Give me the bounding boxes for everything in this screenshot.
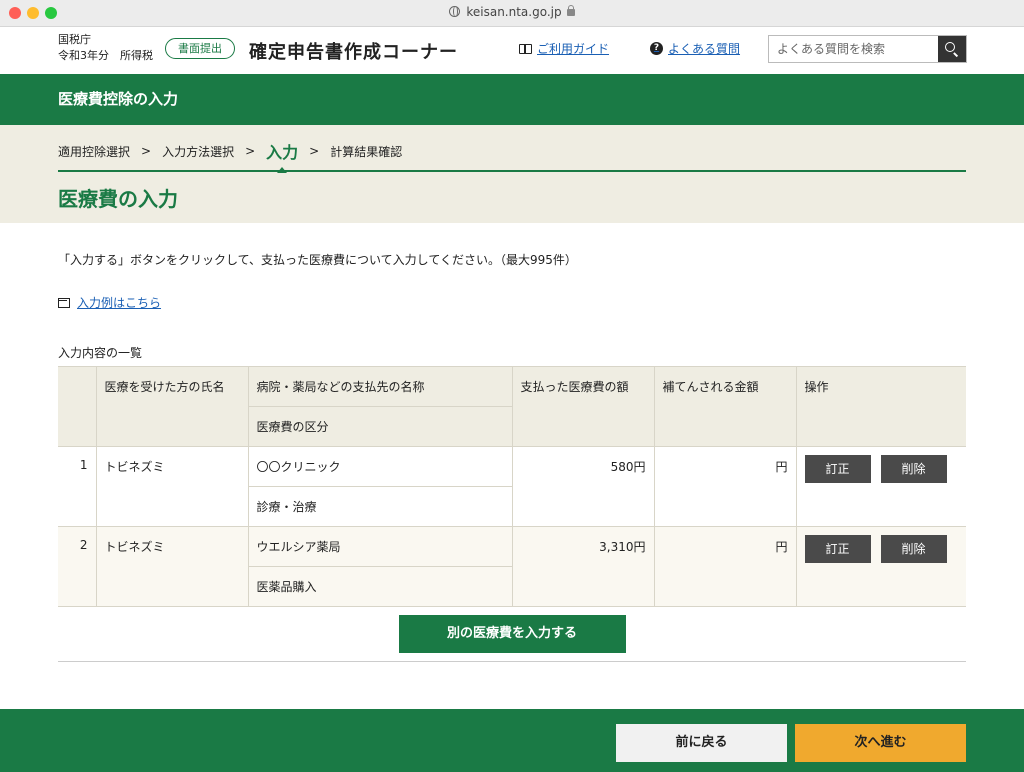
submit-method-badge: 書面提出 <box>165 38 235 59</box>
row-actions: 訂正 削除 <box>795 526 966 607</box>
site-header: 国税庁 令和3年分 所得税 書面提出 確定申告書作成コーナー ご利用ガイド ? よ… <box>0 27 1024 74</box>
row-number: 2 <box>58 526 97 607</box>
step-separator: > <box>141 144 152 158</box>
main-content: 「入力する」ボタンをクリックして、支払った医療費について入力してください。（最大… <box>0 251 1024 662</box>
book-icon <box>519 43 532 54</box>
add-another-expense-button[interactable]: 別の医療費を入力する <box>398 615 626 653</box>
edit-button[interactable]: 訂正 <box>804 455 871 483</box>
col-header-payee: 病院・薬局などの支払先の名称 <box>247 366 513 407</box>
patient-name: トビネズミ <box>95 446 249 527</box>
paid-amount: 3,310円 <box>511 526 655 607</box>
col-header-ops: 操作 <box>795 366 966 447</box>
delete-button[interactable]: 削除 <box>880 455 947 483</box>
progress-area: 適用控除選択 > 入力方法選択 > 入力 > 計算結果確認 医療費の入力 <box>0 125 1024 223</box>
browser-toolbar: keisan.nta.go.jp <box>0 0 1024 27</box>
globe-icon <box>449 6 461 17</box>
faq-search-input[interactable] <box>769 36 938 62</box>
row-actions: 訂正 削除 <box>795 446 966 527</box>
new-window-icon <box>58 297 70 308</box>
step-separator: > <box>245 144 256 158</box>
input-example-link[interactable]: 入力例はこちら <box>58 294 966 311</box>
step-confirm-result: 計算結果確認 <box>330 144 403 159</box>
add-entry-area: 別の医療費を入力する <box>58 607 966 662</box>
faq-link[interactable]: ? よくある質問 <box>650 40 740 57</box>
step-select-deduction: 適用控除選択 <box>58 144 131 159</box>
next-button[interactable]: 次へ進む <box>795 724 966 762</box>
col-header-no <box>58 366 97 447</box>
site-title: 確定申告書作成コーナー <box>249 42 458 63</box>
user-guide-label: ご利用ガイド <box>537 42 610 56</box>
step-divider <box>58 170 966 172</box>
back-button[interactable]: 前に戻る <box>616 724 787 762</box>
instruction-text: 「入力する」ボタンをクリックして、支払った医療費について入力してください。（最大… <box>58 253 577 267</box>
faq-label: よくある質問 <box>668 42 741 56</box>
col-header-name: 医療を受けた方の氏名 <box>95 366 249 447</box>
col-header-reimbursed: 補てんされる金額 <box>653 366 797 447</box>
step-breadcrumb: 適用控除選択 > 入力方法選択 > 入力 > 計算結果確認 <box>58 139 402 163</box>
col-header-category: 医療費の区分 <box>248 406 512 447</box>
payee-name: ウエルシア薬局 <box>247 526 513 567</box>
step-separator: > <box>309 144 320 158</box>
row-number: 1 <box>58 446 97 527</box>
lock-icon <box>566 5 575 16</box>
reimbursed-amount: 円 <box>653 446 797 527</box>
expense-category: 医薬品購入 <box>248 566 512 607</box>
expense-category: 診療・治療 <box>248 486 512 527</box>
user-guide-link[interactable]: ご利用ガイド <box>519 40 609 57</box>
col-header-paid: 支払った医療費の額 <box>511 366 655 447</box>
paid-amount: 580円 <box>511 446 655 527</box>
page-title: 医療費の入力 <box>58 187 178 211</box>
url-text: keisan.nta.go.jp <box>466 5 562 19</box>
section-title-bar: 医療費控除の入力 <box>0 74 1024 125</box>
table-row: 1 トビネズミ 〇〇クリニック 580円 円 訂正 削除 <box>58 446 966 527</box>
patient-name: トビネズミ <box>95 526 249 607</box>
reimbursed-amount: 円 <box>653 526 797 607</box>
search-button[interactable] <box>938 36 966 62</box>
edit-button[interactable]: 訂正 <box>804 535 871 563</box>
payee-name: 〇〇クリニック <box>247 446 513 487</box>
faq-search <box>768 35 967 63</box>
list-caption: 入力内容の一覧 <box>58 346 143 360</box>
address-bar[interactable]: keisan.nta.go.jp <box>0 5 1024 19</box>
step-input-current: 入力 <box>266 139 298 163</box>
question-icon: ? <box>650 42 663 55</box>
tax-year-label: 令和3年分 所得税 <box>58 49 153 62</box>
agency-name: 国税庁 <box>58 33 91 46</box>
delete-button[interactable]: 削除 <box>880 535 947 563</box>
input-example-label: 入力例はこちら <box>77 296 162 310</box>
table-row: 2 トビネズミ ウエルシア薬局 3,310円 円 訂正 削除 <box>58 526 966 607</box>
medical-expense-table: 医療を受けた方の氏名 病院・薬局などの支払先の名称 支払った医療費の額 補てんさ… <box>58 366 966 607</box>
step-select-method: 入力方法選択 <box>162 144 235 159</box>
agency-block: 国税庁 令和3年分 所得税 <box>58 32 153 64</box>
footer-nav: 前に戻る 次へ進む <box>0 709 1024 772</box>
